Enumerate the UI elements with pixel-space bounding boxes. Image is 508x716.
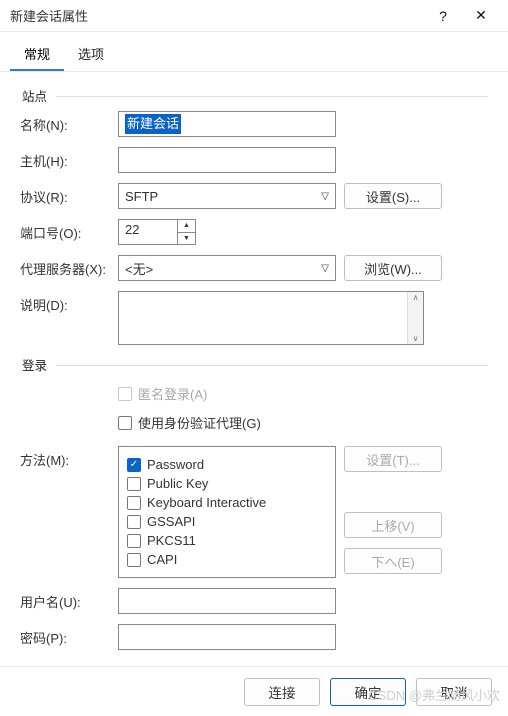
login-legend: 登录 [22,355,488,374]
chevron-down-icon: ▽ [321,191,329,202]
site-group: 站点 名称(N): 新建会话 主机(H): 协议(R): SFTP ▽ [20,86,488,345]
method-item-capi[interactable]: CAPI [127,552,327,567]
spinner-down-icon[interactable]: ▼ [178,233,195,245]
port-spinner[interactable]: 22 ▲ ▼ [118,219,196,245]
method-item-pkcs11[interactable]: PKCS11 [127,533,327,548]
tab-bar: 常规 选项 [0,32,508,72]
move-down-button[interactable]: 下へ(E) [344,548,442,574]
auth-agent-label: 使用身份验证代理(G) [138,413,261,432]
description-textarea[interactable]: ∧∨ [118,291,424,345]
auth-agent-row[interactable]: 使用身份验证代理(G) [118,413,261,432]
host-input[interactable] [118,147,336,173]
method-item-label: Public Key [147,476,208,491]
name-label: 名称(N): [20,111,118,134]
name-input[interactable]: 新建会话 [118,111,336,137]
method-checkbox[interactable] [127,534,141,548]
connect-button[interactable]: 连接 [244,678,320,706]
username-input[interactable] [118,588,336,614]
window-title: 新建会话属性 [10,6,424,25]
proxy-value: <无> [125,259,153,278]
host-label: 主机(H): [20,147,118,170]
method-item-keyboard[interactable]: Keyboard Interactive [127,495,327,510]
proxy-select[interactable]: <无> ▽ [118,255,336,281]
title-bar: 新建会话属性 ? ✕ [0,0,508,32]
method-label: 方法(M): [20,446,118,469]
method-checkbox[interactable] [127,477,141,491]
login-group: 登录 匿名登录(A) 使用身份验证代理(G) 方法(M): [20,355,488,650]
method-item-password[interactable]: Password [127,457,327,472]
chevron-down-icon: ▽ [321,263,329,274]
spinner-up-icon[interactable]: ▲ [178,220,195,233]
close-button[interactable]: ✕ [462,7,500,24]
protocol-select[interactable]: SFTP ▽ [118,183,336,209]
method-item-label: GSSAPI [147,514,195,529]
method-item-label: Keyboard Interactive [147,495,266,510]
method-item-gssapi[interactable]: GSSAPI [127,514,327,529]
help-button[interactable]: ? [424,8,462,24]
method-item-publickey[interactable]: Public Key [127,476,327,491]
method-checkbox[interactable] [127,553,141,567]
auth-agent-checkbox[interactable] [118,416,132,430]
tab-options[interactable]: 选项 [64,38,118,71]
port-label: 端口号(O): [20,219,118,242]
protocol-label: 协议(R): [20,183,118,206]
anonymous-label: 匿名登录(A) [138,384,207,403]
dialog-footer: 连接 确定 取消 [0,666,508,716]
method-checkbox[interactable] [127,496,141,510]
proxy-label: 代理服务器(X): [20,255,118,278]
method-settings-button[interactable]: 设置(T)... [344,446,442,472]
password-input[interactable] [118,624,336,650]
method-checkbox[interactable] [127,515,141,529]
method-item-label: Password [147,457,204,472]
move-up-button[interactable]: 上移(V) [344,512,442,538]
protocol-value: SFTP [125,189,158,204]
method-item-label: CAPI [147,552,177,567]
name-input-value: 新建会话 [125,114,181,134]
password-label: 密码(P): [20,624,118,647]
scrollbar[interactable]: ∧∨ [407,292,423,344]
method-checkbox[interactable] [127,458,141,472]
method-listbox[interactable]: Password Public Key Keyboard Interactive… [118,446,336,578]
anonymous-row[interactable]: 匿名登录(A) [118,384,207,403]
method-item-label: PKCS11 [147,533,196,548]
protocol-settings-button[interactable]: 设置(S)... [344,183,442,209]
anonymous-checkbox[interactable] [118,387,132,401]
desc-label: 说明(D): [20,291,118,314]
port-value[interactable]: 22 [119,220,177,244]
proxy-browse-button[interactable]: 浏览(W)... [344,255,442,281]
site-legend: 站点 [22,86,488,105]
username-label: 用户名(U): [20,588,118,611]
tab-general[interactable]: 常规 [10,38,64,71]
ok-button[interactable]: 确定 [330,678,406,706]
cancel-button[interactable]: 取消 [416,678,492,706]
